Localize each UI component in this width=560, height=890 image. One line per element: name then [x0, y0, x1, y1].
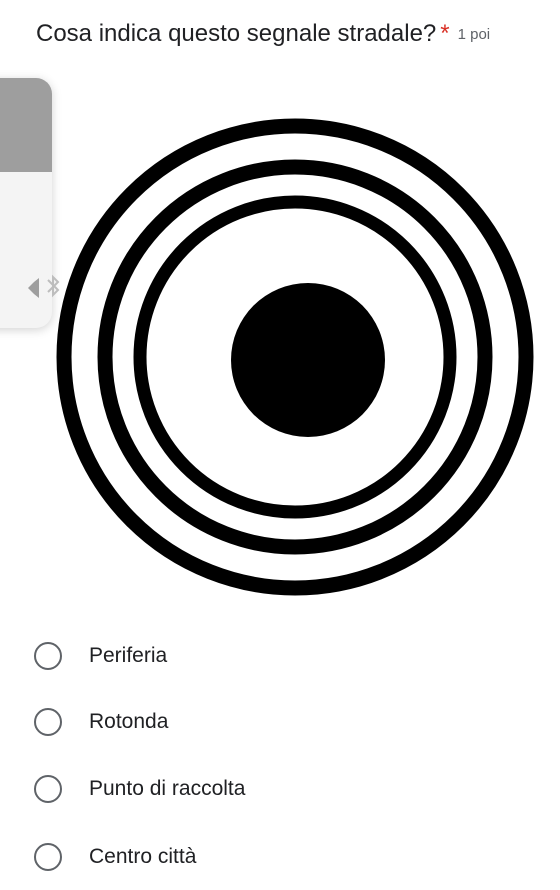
road-sign-image	[48, 100, 560, 615]
bluetooth-icon	[47, 274, 60, 298]
volume-bluetooth-icon[interactable]	[28, 270, 62, 306]
option-punto-di-raccolta[interactable]: Punto di raccolta	[34, 769, 245, 809]
radio-button[interactable]	[34, 708, 62, 736]
concentric-circles-sign-icon	[56, 118, 534, 596]
radio-button[interactable]	[34, 843, 62, 871]
option-label: Rotonda	[89, 710, 169, 733]
option-label: Periferia	[89, 644, 168, 667]
question-title: Cosa indica questo segnale stradale?	[36, 20, 437, 47]
volume-level-area[interactable]	[0, 78, 52, 172]
volume-icon	[28, 278, 39, 298]
option-label: Centro città	[89, 845, 197, 868]
required-marker: *	[440, 20, 450, 47]
question-header: Cosa indica questo segnale stradale? * 1 p…	[36, 14, 490, 55]
option-centro-citta[interactable]: Centro città	[34, 837, 196, 877]
option-label: Punto di raccolta	[89, 777, 246, 800]
points-label: 1 poi	[457, 25, 491, 43]
form-page: Cosa indica questo segnale stradale? * 1 p…	[0, 0, 560, 890]
radio-button[interactable]	[34, 642, 62, 670]
option-periferia[interactable]: Periferia	[34, 636, 167, 676]
radio-button[interactable]	[34, 775, 62, 803]
option-rotonda[interactable]: Rotonda	[34, 702, 168, 742]
